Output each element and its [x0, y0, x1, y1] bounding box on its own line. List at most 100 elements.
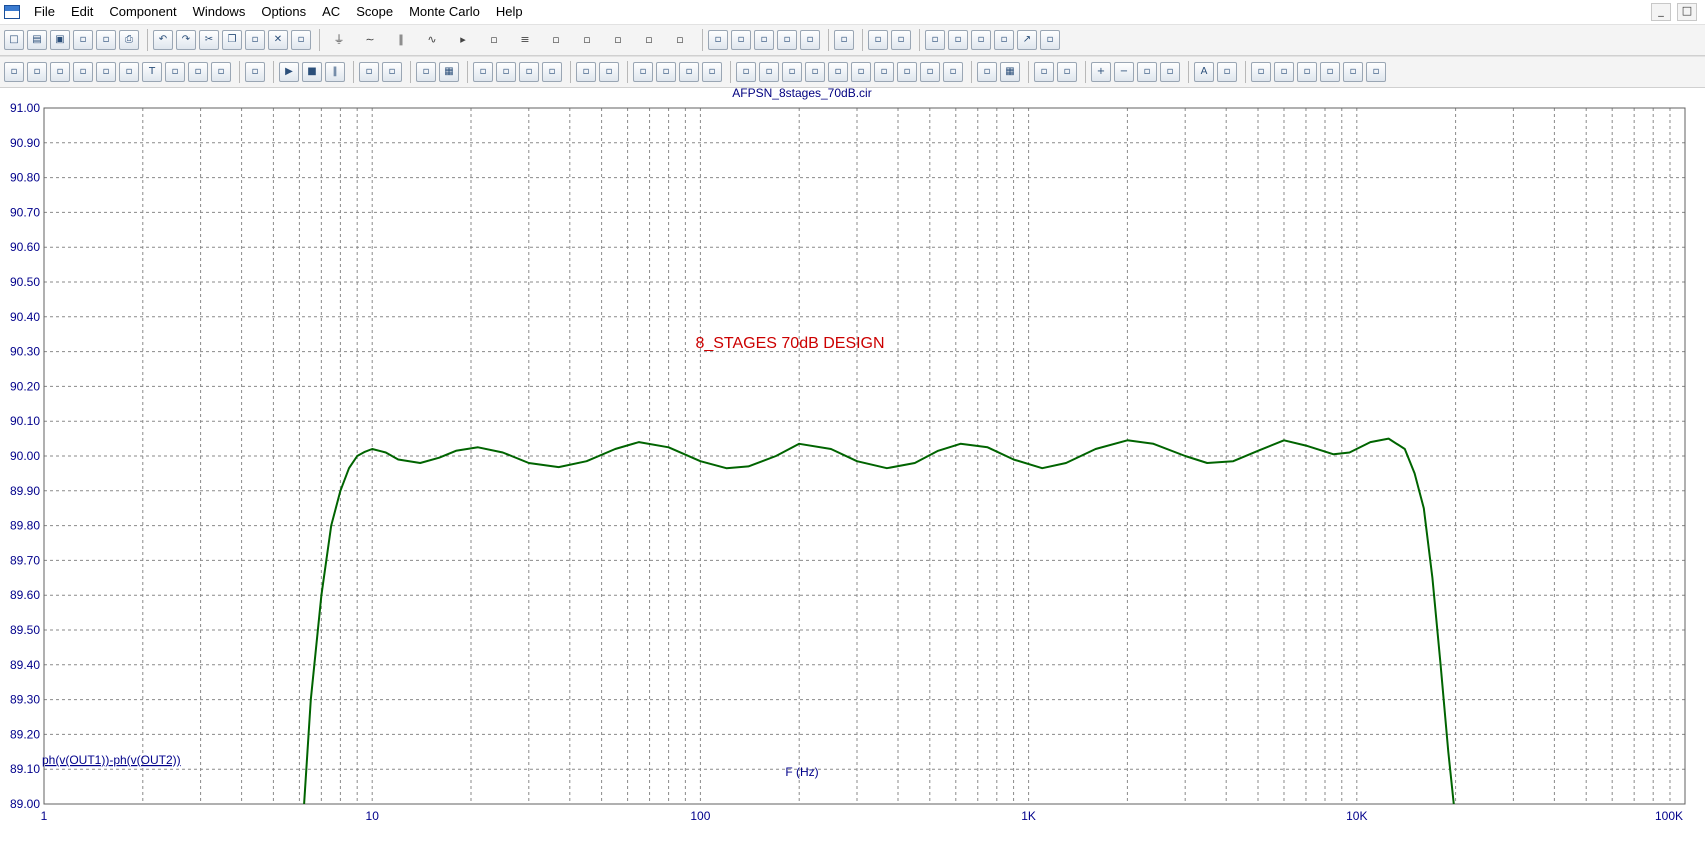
new-icon[interactable]: □: [4, 30, 24, 50]
stop-icon[interactable]: ■: [302, 62, 322, 82]
ground-icon[interactable]: ⏚: [325, 30, 353, 50]
menu-scope[interactable]: Scope: [348, 0, 401, 24]
grid-toggle-icon[interactable]: ▦: [439, 62, 459, 82]
scale-icon[interactable]: ▫: [1057, 62, 1077, 82]
high-icon[interactable]: ▫: [782, 62, 802, 82]
slope-icon[interactable]: ▫: [828, 62, 848, 82]
calculator-icon[interactable]: ▫: [800, 30, 820, 50]
formula-icon[interactable]: ▫: [165, 62, 185, 82]
align-center-icon[interactable]: ▫: [1274, 62, 1294, 82]
minimize-button[interactable]: _: [1651, 3, 1671, 21]
window-icon[interactable]: ▫: [708, 30, 728, 50]
restore-button[interactable]: □: [1677, 3, 1697, 21]
inductor-icon[interactable]: ∼: [356, 30, 384, 50]
select-icon[interactable]: ▫: [4, 62, 24, 82]
align-middle-icon[interactable]: ▫: [1343, 62, 1363, 82]
plot-3-icon[interactable]: ▫: [519, 62, 539, 82]
plot-icon[interactable]: ▫: [971, 30, 991, 50]
properties-icon[interactable]: ▫: [777, 30, 797, 50]
align-left-icon[interactable]: ▫: [1251, 62, 1271, 82]
tag-icon[interactable]: ▫: [1034, 62, 1054, 82]
meter-icon[interactable]: ▫: [666, 30, 694, 50]
copy-icon[interactable]: ❐: [222, 30, 242, 50]
menu-file[interactable]: File: [26, 0, 63, 24]
zoom-fit-icon[interactable]: ▫: [656, 62, 676, 82]
align-right-icon[interactable]: ▫: [1297, 62, 1317, 82]
zoom-in-icon[interactable]: +: [1091, 62, 1111, 82]
graph-icon[interactable]: ▫: [188, 62, 208, 82]
diode-icon[interactable]: ▸: [449, 30, 477, 50]
prev-icon[interactable]: ▫: [897, 62, 917, 82]
battery-icon[interactable]: ≡: [511, 30, 539, 50]
menu-monte-carlo[interactable]: Monte Carlo: [401, 0, 488, 24]
switch-icon[interactable]: ▫: [604, 30, 632, 50]
series-legend-label[interactable]: ph(v(OUT1))-ph(v(OUT2)): [42, 753, 181, 767]
zoom-icon[interactable]: ▫: [633, 62, 653, 82]
hline-icon[interactable]: ▫: [576, 62, 596, 82]
table-icon[interactable]: ▦: [1000, 62, 1020, 82]
magic-icon[interactable]: ▫: [50, 62, 70, 82]
plot-4-icon[interactable]: ▫: [542, 62, 562, 82]
image-icon[interactable]: ▫: [73, 62, 93, 82]
next-icon[interactable]: ▫: [874, 62, 894, 82]
menu-component[interactable]: Component: [101, 0, 184, 24]
align-top-icon[interactable]: ▫: [1320, 62, 1340, 82]
cycle-icon[interactable]: ▫: [920, 62, 940, 82]
save-as-icon[interactable]: ▫: [73, 30, 93, 50]
transistor-icon[interactable]: ▫: [480, 30, 508, 50]
tile-icon[interactable]: ▫: [731, 30, 751, 50]
zoom-out-icon[interactable]: ▫: [702, 62, 722, 82]
zoom-minus-icon[interactable]: −: [1114, 62, 1134, 82]
delete-icon[interactable]: ✕: [268, 30, 288, 50]
macro-icon[interactable]: ▫: [573, 30, 601, 50]
select-all-icon[interactable]: ▫: [291, 30, 311, 50]
menu-options[interactable]: Options: [253, 0, 314, 24]
pan-icon[interactable]: ▫: [27, 62, 47, 82]
save-icon[interactable]: ▣: [50, 30, 70, 50]
grid-icon[interactable]: ▫: [948, 30, 968, 50]
run-icon[interactable]: ▶: [279, 62, 299, 82]
chart-edit-icon[interactable]: ▫: [1040, 30, 1060, 50]
font-icon[interactable]: A: [1194, 62, 1214, 82]
bold-text-icon[interactable]: ▫: [211, 62, 231, 82]
probe-icon[interactable]: ▫: [925, 30, 945, 50]
redo-icon[interactable]: ↷: [176, 30, 196, 50]
cascade-icon[interactable]: ▫: [754, 30, 774, 50]
globe-icon[interactable]: ▫: [891, 30, 911, 50]
print-preview-icon[interactable]: ▫: [96, 30, 116, 50]
clipboard-icon[interactable]: ▫: [245, 62, 265, 82]
app-icon[interactable]: [4, 5, 20, 19]
pause-icon[interactable]: ‖: [325, 62, 345, 82]
print-icon[interactable]: ⎙: [119, 30, 139, 50]
zoom-reset-icon[interactable]: ▫: [1137, 62, 1157, 82]
source-icon[interactable]: ▫: [635, 30, 663, 50]
peak-icon[interactable]: ▫: [736, 62, 756, 82]
resistor-icon[interactable]: ∿: [418, 30, 446, 50]
undo-icon[interactable]: ↶: [153, 30, 173, 50]
cursor-left-icon[interactable]: ▫: [359, 62, 379, 82]
open-icon[interactable]: ▤: [27, 30, 47, 50]
cross-icon[interactable]: ▫: [599, 62, 619, 82]
style-icon[interactable]: ▫: [1217, 62, 1237, 82]
help-icon[interactable]: ▫: [868, 30, 888, 50]
menu-windows[interactable]: Windows: [185, 0, 254, 24]
menu-ac[interactable]: AC: [314, 0, 348, 24]
tools-icon[interactable]: ▫: [994, 30, 1014, 50]
align-bottom-icon[interactable]: ▫: [1366, 62, 1386, 82]
box-icon[interactable]: ▫: [416, 62, 436, 82]
menu-help[interactable]: Help: [488, 0, 531, 24]
cut-icon[interactable]: ✂: [199, 30, 219, 50]
plot-1-icon[interactable]: ▫: [473, 62, 493, 82]
tiles-icon[interactable]: ▫: [1160, 62, 1180, 82]
menu-edit[interactable]: Edit: [63, 0, 101, 24]
chart-icon[interactable]: ↗: [1017, 30, 1037, 50]
cursor-right-icon[interactable]: ▫: [382, 62, 402, 82]
zoom-area-icon[interactable]: ▫: [679, 62, 699, 82]
paste-icon[interactable]: ▫: [245, 30, 265, 50]
opamp-icon[interactable]: ▫: [542, 30, 570, 50]
component-icon[interactable]: ▫: [96, 62, 116, 82]
low-icon[interactable]: ▫: [805, 62, 825, 82]
paste-plot-icon[interactable]: ▫: [977, 62, 997, 82]
inflection-icon[interactable]: ▫: [851, 62, 871, 82]
analysis-icon[interactable]: ▫: [834, 30, 854, 50]
